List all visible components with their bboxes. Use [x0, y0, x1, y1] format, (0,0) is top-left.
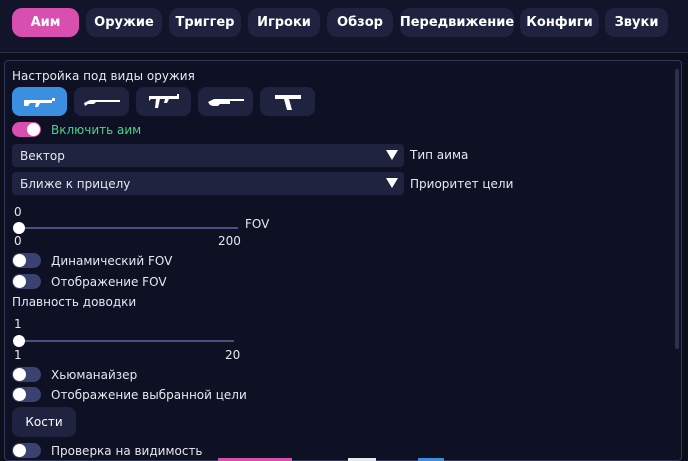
fov-min: 0 [14, 234, 22, 248]
visibility-check-toggle[interactable] [12, 443, 41, 458]
tab-weapons[interactable]: Оружие [86, 8, 162, 37]
dropdown-arrow-icon [386, 178, 398, 188]
sniper-rifle-icon [83, 99, 120, 106]
dynamic-fov-toggle[interactable] [12, 253, 41, 268]
smoothing-slider-track[interactable] [17, 340, 234, 342]
enable-aim-label: Включить аим [51, 123, 142, 137]
show-target-label: Отображение выбранной цели [51, 388, 247, 402]
show-fov-toggle[interactable] [12, 274, 41, 289]
shotgun-icon [207, 98, 244, 106]
target-priority-value: Ближе к прицелу [20, 176, 131, 191]
weapon-section-title: Настройка под виды оружия [12, 69, 195, 83]
bones-button[interactable]: Кости [12, 407, 76, 437]
aim-type-value: Вектор [20, 148, 65, 163]
smg-icon [148, 93, 179, 108]
rifle-icon [23, 97, 55, 107]
aim-settings-panel: Настройка под виды оружия Включить аим В… [4, 60, 682, 461]
weapon-smg-button[interactable] [136, 87, 191, 116]
show-target-toggle[interactable] [12, 387, 41, 402]
tab-aim[interactable]: Аим [12, 8, 79, 37]
tab-trigger[interactable]: Триггер [169, 8, 241, 37]
tab-players[interactable]: Игроки [248, 8, 320, 37]
smoothing-value: 1 [14, 317, 22, 331]
fov-slider-track[interactable] [17, 227, 238, 229]
smoothing-min: 1 [14, 348, 22, 362]
weapon-rifle-button[interactable] [12, 87, 67, 116]
aim-type-label: Тип аима [410, 148, 469, 162]
target-priority-select[interactable]: Ближе к прицелу [12, 172, 404, 195]
smoothing-slider-handle[interactable] [13, 335, 25, 347]
aim-type-select[interactable]: Вектор [12, 144, 404, 167]
weapon-shotgun-button[interactable] [198, 87, 253, 116]
dynamic-fov-label: Динамический FOV [51, 254, 173, 268]
dropdown-arrow-icon [386, 150, 398, 160]
fov-label: FOV [245, 217, 270, 231]
top-tab-bar: Аим Оружие Триггер Игроки Обзор Передвиж… [0, 0, 688, 53]
show-fov-label: Отображение FOV [51, 275, 167, 289]
pistol-icon [274, 94, 301, 110]
weapon-sniper-button[interactable] [74, 87, 129, 116]
tab-configs[interactable]: Конфиги [520, 8, 599, 37]
fov-value: 0 [14, 205, 22, 219]
fov-slider-handle[interactable] [13, 222, 25, 234]
target-priority-label: Приоритет цели [410, 177, 514, 191]
humanizer-label: Хьюманайзер [51, 368, 138, 382]
tab-overview[interactable]: Обзор [327, 8, 393, 37]
tab-sounds[interactable]: Звуки [605, 8, 668, 37]
humanizer-toggle[interactable] [12, 367, 41, 382]
smoothing-label: Плавность доводки [12, 295, 137, 309]
enable-aim-toggle[interactable] [12, 122, 41, 137]
tab-movement[interactable]: Передвижение [400, 8, 514, 37]
smoothing-max: 20 [225, 348, 241, 362]
fov-max: 200 [218, 234, 241, 248]
panel-scrollbar[interactable] [675, 69, 679, 349]
weapon-pistol-button[interactable] [260, 87, 315, 116]
visibility-check-label: Проверка на видимость [51, 444, 203, 458]
